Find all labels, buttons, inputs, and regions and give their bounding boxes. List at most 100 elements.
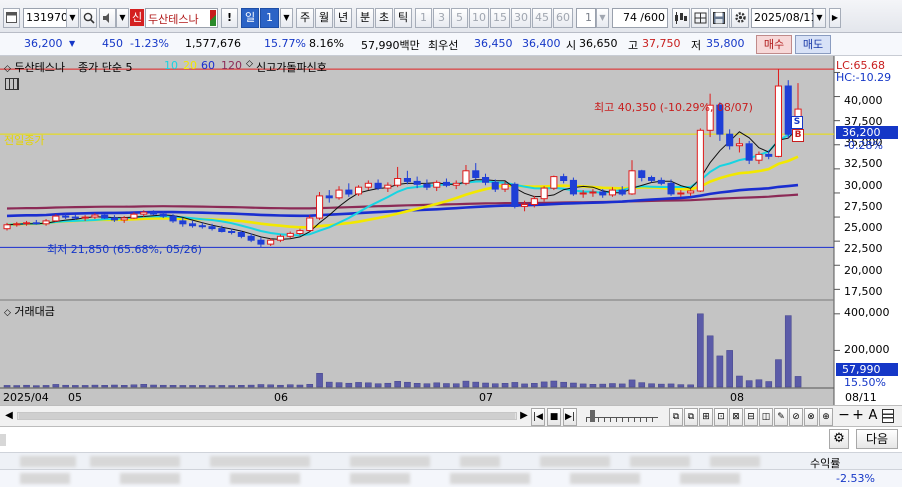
volume-bar <box>365 382 372 388</box>
save-icon[interactable] <box>710 8 728 28</box>
candle-body <box>247 235 255 241</box>
tool-icon-7[interactable]: ◫ <box>759 408 773 426</box>
volume-bar <box>218 385 226 388</box>
candle-body <box>237 232 245 237</box>
tool-icon-2[interactable]: ⧉ <box>684 408 698 426</box>
code-dropdown-icon[interactable]: ▼ <box>66 8 79 28</box>
tool-icon-11[interactable]: ⊕ <box>819 408 833 426</box>
candle-body <box>228 231 236 233</box>
tool-icon-3[interactable]: ⊞ <box>699 408 713 426</box>
menu-icon[interactable] <box>3 8 20 28</box>
jump-start-icon[interactable]: |◀ <box>531 408 545 426</box>
minute-option-15[interactable]: 15 <box>490 8 510 28</box>
info-button[interactable]: ! <box>221 8 238 28</box>
candle-body <box>81 216 89 219</box>
legend-ma60[interactable]: 60 <box>201 59 215 72</box>
legend-ma-label[interactable]: 종가 단순 5 <box>78 59 132 75</box>
volume-bar <box>443 383 450 388</box>
minute-option-30[interactable]: 30 <box>511 8 531 28</box>
volume-bar <box>91 384 99 388</box>
legend-ma10[interactable]: 10 <box>164 59 178 72</box>
minute-option-10[interactable]: 10 <box>469 8 489 28</box>
tool-icon-1[interactable]: ⧉ <box>669 408 683 426</box>
sell-button[interactable]: 매도 <box>795 35 831 54</box>
candle-body <box>62 215 70 218</box>
panel-menu-icon[interactable] <box>882 409 894 423</box>
results-row[interactable]: -2.53% <box>0 470 902 487</box>
chart-area[interactable]: ◇ 두산테스나 종가 단순 5 10 20 60 120 ◇ 신고가돌파신호 L… <box>0 56 902 408</box>
custom-period-input[interactable]: 1 <box>576 8 596 28</box>
stock-code-input[interactable]: 131970 <box>23 8 68 28</box>
panel-settings-gear-icon[interactable]: ⚙ <box>829 429 849 449</box>
legend-signal[interactable]: 신고가돌파신호 <box>256 59 327 75</box>
font-size-icon[interactable]: A <box>866 408 880 423</box>
volume-bar <box>120 385 128 388</box>
period-minute-button[interactable]: 분 <box>356 8 374 28</box>
tool-icon-8[interactable]: ✎ <box>774 408 788 426</box>
stop-icon[interactable]: ■ <box>547 408 561 426</box>
buy-button[interactable]: 매수 <box>756 35 792 54</box>
chart-type-icon[interactable] <box>672 8 690 28</box>
period-count-dropdown-icon[interactable]: ▼ <box>280 8 293 28</box>
period-day-button[interactable]: 일 <box>241 8 259 28</box>
candle-body <box>296 230 304 235</box>
date-axis-label: 05 <box>68 391 82 404</box>
zoom-out-icon[interactable]: − <box>838 407 850 423</box>
calendar-dropdown-icon[interactable]: ▼ <box>813 8 826 28</box>
volume-bar <box>257 384 265 388</box>
scrollbar-thumb[interactable] <box>19 413 515 419</box>
history-dropdown-icon[interactable]: ▼ <box>116 8 129 28</box>
volume-bar <box>531 383 538 388</box>
search-icon[interactable] <box>80 8 97 28</box>
legend-ma20[interactable]: 20 <box>183 59 197 72</box>
price-change: 450 <box>102 37 123 50</box>
zoom-slider[interactable] <box>586 409 658 423</box>
drawing-tool-icon[interactable] <box>691 8 709 28</box>
minute-option-3[interactable]: 3 <box>433 8 450 28</box>
jump-end-icon[interactable]: ▶| <box>563 408 577 426</box>
minute-option-10-label: 10 <box>472 11 486 24</box>
date-input[interactable]: 2025/08/11 <box>751 8 817 28</box>
period-month-button[interactable]: 월 <box>315 8 333 28</box>
tool-icon-4[interactable]: ⊡ <box>714 408 728 426</box>
period-second-label: 초 <box>378 11 390 24</box>
volume-bar <box>316 373 323 388</box>
volume-bar <box>511 382 519 388</box>
candle-body <box>774 85 783 157</box>
candle-body <box>42 220 50 225</box>
custom-period-dropdown-icon[interactable]: ▼ <box>596 8 609 28</box>
legend-ma120[interactable]: 120 <box>221 59 242 72</box>
collapse-icon[interactable]: ◇ <box>4 64 11 74</box>
zoom-in-icon[interactable]: + <box>852 407 864 423</box>
candle-body <box>569 179 578 195</box>
speaker-icon[interactable] <box>99 8 116 28</box>
period-year-label: 년 <box>337 11 349 24</box>
tool-icon-10[interactable]: ⊗ <box>804 408 818 426</box>
minute-option-45[interactable]: 45 <box>532 8 552 28</box>
tool-icon-9[interactable]: ⊘ <box>789 408 803 426</box>
period-day-count[interactable]: 1 <box>260 8 279 28</box>
period-week-button[interactable]: 주 <box>296 8 314 28</box>
more-options-icon[interactable]: ▶ <box>829 8 841 28</box>
scroll-right-icon[interactable]: ▶ <box>518 408 530 424</box>
tool-icon-6[interactable]: ⊟ <box>744 408 758 426</box>
period-tick-button[interactable]: 틱 <box>394 8 412 28</box>
stock-name-box[interactable]: 두산테스나 <box>145 8 218 28</box>
indicator-settings-icon[interactable] <box>5 78 19 90</box>
volume-collapse-icon[interactable]: ◇ <box>4 308 11 318</box>
tool-icon-5[interactable]: ⊠ <box>729 408 743 426</box>
scroll-left-icon[interactable]: ◀ <box>2 408 16 424</box>
display-count-input[interactable]: 74 /600 <box>612 8 668 28</box>
lower-left-handle[interactable] <box>0 434 6 446</box>
blurred-cell <box>120 473 180 484</box>
period-second-button[interactable]: 초 <box>375 8 393 28</box>
horizontal-scrollbar[interactable] <box>17 412 517 420</box>
period-minute-label: 분 <box>359 11 371 24</box>
minute-option-1[interactable]: 1 <box>415 8 432 28</box>
gear-icon[interactable] <box>731 8 749 28</box>
minute-option-5[interactable]: 5 <box>451 8 468 28</box>
minute-option-60[interactable]: 60 <box>553 8 573 28</box>
period-year-button[interactable]: 년 <box>334 8 352 28</box>
next-button[interactable]: 다음 <box>856 429 898 449</box>
zoom-slider-knob[interactable] <box>590 410 595 422</box>
